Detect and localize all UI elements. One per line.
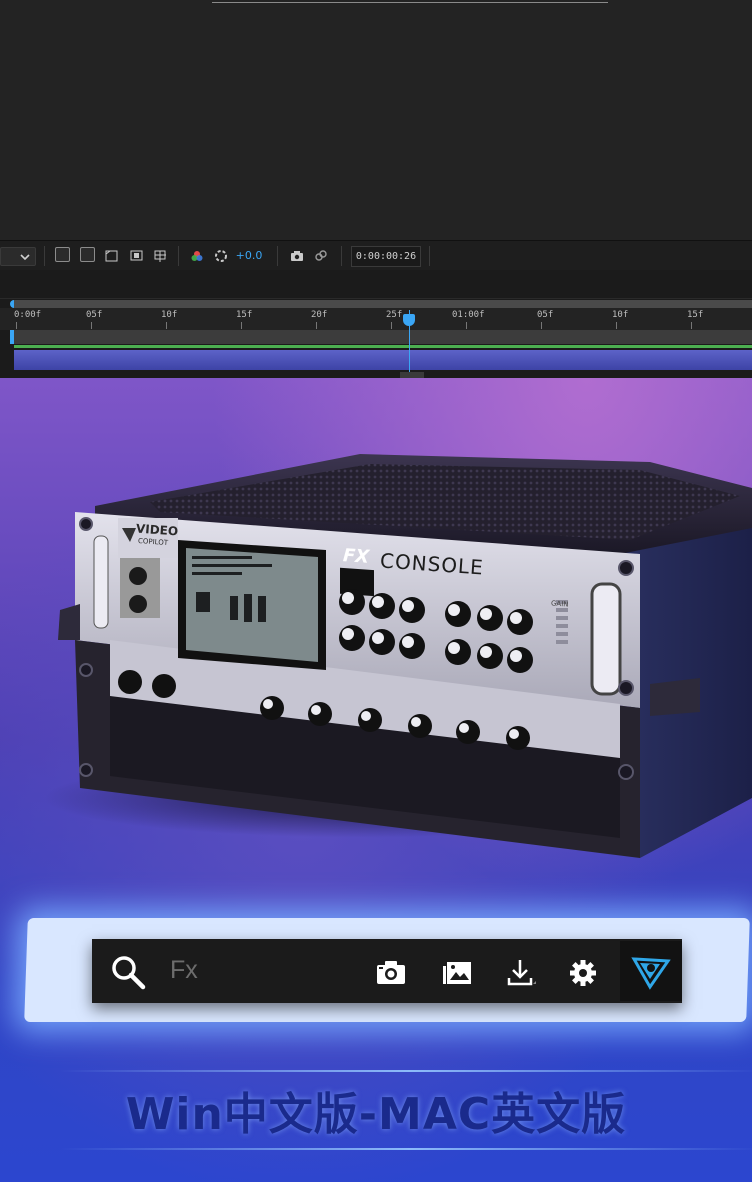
mask-visibility-icon[interactable] [103,247,120,264]
ruler-label: 10f [161,310,178,320]
ruler-tick [241,322,242,329]
ruler-tick [316,322,317,329]
ruler-tick [16,322,17,329]
camera-icon[interactable] [374,956,408,990]
exposure-value[interactable]: +0.0 [236,247,263,264]
divider-line [60,1148,752,1150]
chevron-down-icon [20,253,30,260]
snapshot-camera-icon[interactable] [289,247,305,264]
time-ruler[interactable]: 0:00f 05f 10f 15f 20f 25f 01:00f 05f 10f… [0,308,752,330]
work-area-bar[interactable] [14,300,752,308]
current-time-display[interactable]: 0:00:00:26 [351,246,421,267]
ruler-tick [616,322,617,329]
current-time-indicator[interactable] [403,314,415,326]
ruler-label: 15f [236,310,253,320]
promo-banner: VIDEO COPILOT FX CONSOLE GAIN Fx Win中文版-… [0,378,752,1182]
viewer-frame-edge [212,0,608,3]
color-management-icon[interactable] [213,247,229,264]
ruler-label: 05f [86,310,103,320]
composition-viewer[interactable] [0,0,752,240]
zoom-dropdown[interactable] [0,247,36,266]
layer-in-marker [10,330,14,344]
divider [429,246,430,266]
divider [277,246,278,266]
videocopilot-logo-icon [631,957,671,990]
ruler-label: 15f [687,310,704,320]
divider [178,246,179,266]
ruler-tick [691,322,692,329]
gain-label: GAIN [550,599,569,609]
layer-bar-label[interactable] [14,330,752,344]
search-icon[interactable] [110,954,146,990]
timeline-header [0,270,752,299]
divider [341,246,342,266]
viewer-toolbar: +0.0 0:00:00:26 [0,240,752,272]
ruler-label: 01:00f [452,310,485,320]
grid-toggle-icon[interactable] [152,247,169,264]
gear-icon[interactable] [566,956,600,990]
transparency-grid-icon[interactable] [80,247,95,262]
divider [44,246,45,266]
ruler-tick [91,322,92,329]
ruler-tick [466,322,467,329]
ruler-tick [541,322,542,329]
channel-rgb-icon[interactable] [189,247,205,264]
ruler-tick [391,322,392,329]
ruler-label: 20f [311,310,328,320]
layer-duration-bar[interactable] [14,345,752,348]
logo-button[interactable] [620,941,682,1001]
ruler-label: 0:00f [14,310,42,320]
ruler-label: 10f [612,310,629,320]
divider-line [60,1070,752,1072]
timeline-panel: 0:00f 05f 10f 15f 20f 25f 01:00f 05f 10f… [0,270,752,378]
region-of-interest-icon[interactable] [55,247,70,262]
gallery-icon[interactable] [440,956,474,990]
toggle-guides-icon[interactable] [128,247,145,264]
ruler-label: 25f [386,310,403,320]
ruler-label: 05f [537,310,554,320]
brand-label: VIDEO [135,521,179,539]
version-banner-text: Win中文版-MAC英文版 [125,1089,627,1140]
show-snapshot-icon[interactable] [313,247,329,264]
fx-console-rack-illustration [58,454,752,858]
download-icon[interactable] [503,956,537,990]
search-input[interactable]: Fx [170,956,198,985]
layer-track-bar[interactable] [14,350,752,370]
fx-logo-text: FX [342,545,370,568]
ruler-tick [166,322,167,329]
